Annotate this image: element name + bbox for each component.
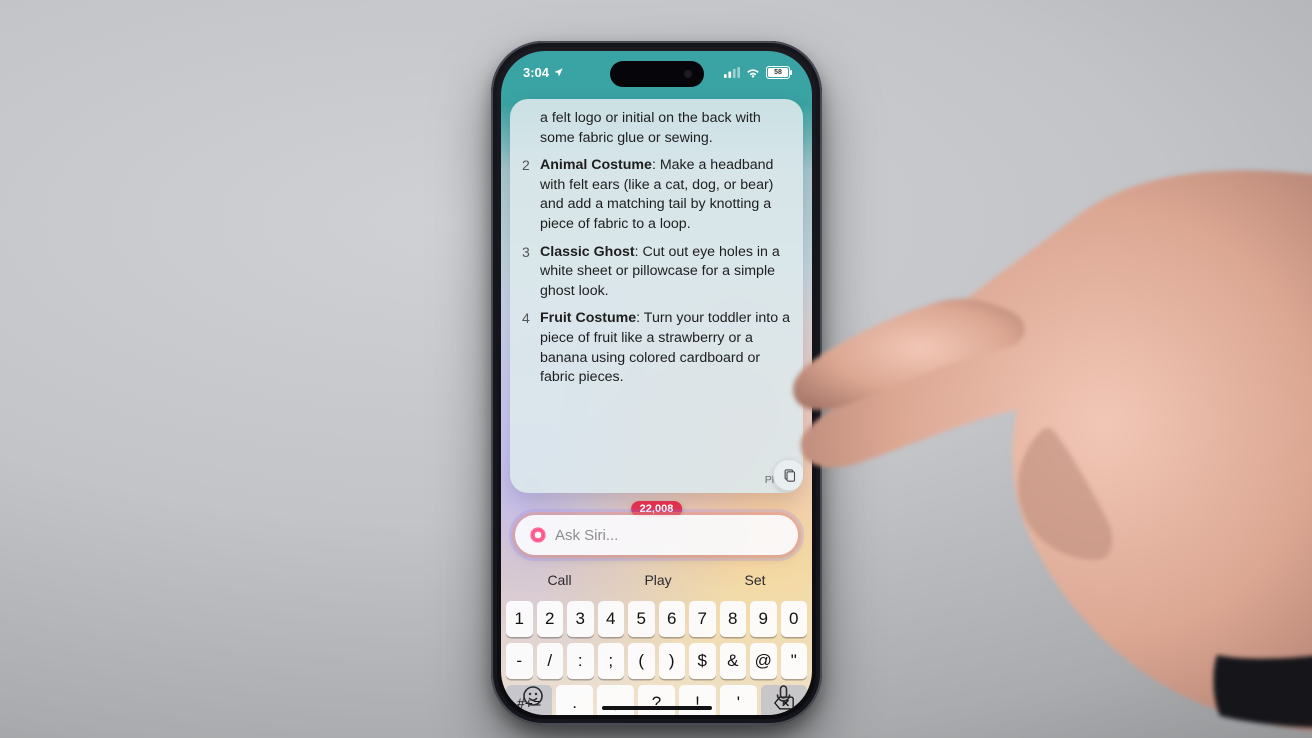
suggestion-play[interactable]: Play (624, 572, 691, 588)
key-7[interactable]: 7 (689, 601, 716, 637)
siri-icon (529, 526, 547, 544)
phone-chassis: 3:04 58 (491, 41, 822, 725)
list-item: 4 Fruit Costume: Turn your toddler into … (522, 309, 791, 387)
list-title: Fruit Costume (540, 310, 636, 326)
key-"[interactable]: " (781, 643, 808, 679)
keyboard-suggestion-bar: Call Play Set (511, 565, 802, 595)
suggestion-call[interactable]: Call (527, 572, 591, 588)
phone-screen: 3:04 58 (501, 51, 812, 715)
status-time: 3:04 (523, 65, 549, 80)
battery-icon: 58 (766, 66, 790, 79)
onscreen-keyboard: 1234567890 -/:;()$&@" #+= .,?!' ABC spac… (504, 599, 809, 683)
list-item-continuation: a felt logo or initial on the back with … (522, 109, 791, 148)
key-@[interactable]: @ (750, 643, 777, 679)
key-;[interactable]: ; (598, 643, 625, 679)
copy-icon (782, 468, 797, 483)
dictation-mic-icon[interactable] (775, 684, 792, 708)
wifi-icon (745, 67, 761, 78)
list-number: 2 (522, 156, 530, 175)
location-icon (553, 67, 564, 78)
key--[interactable]: - (506, 643, 533, 679)
list-item: 3 Classic Ghost: Cut out eye holes in a … (522, 243, 791, 302)
key-1[interactable]: 1 (506, 601, 533, 637)
siri-input-pill[interactable]: Ask Siri... (515, 515, 798, 555)
key-3[interactable]: 3 (567, 601, 594, 637)
key-4[interactable]: 4 (598, 601, 625, 637)
cellular-icon (724, 67, 740, 78)
key-5[interactable]: 5 (628, 601, 655, 637)
key-0[interactable]: 0 (781, 601, 808, 637)
copy-button[interactable] (773, 459, 803, 491)
list-number: 4 (522, 309, 530, 328)
suggestion-set[interactable]: Set (725, 572, 786, 588)
key-9[interactable]: 9 (750, 601, 777, 637)
list-item: 2 Animal Costume: Make a headband with f… (522, 156, 791, 234)
key-6[interactable]: 6 (659, 601, 686, 637)
battery-level: 58 (774, 69, 782, 76)
home-indicator[interactable] (602, 706, 712, 711)
list-title: Classic Ghost (540, 244, 635, 260)
photo-backdrop: 3:04 58 (0, 0, 1312, 738)
list-number: 3 (522, 243, 530, 262)
key-([interactable]: ( (628, 643, 655, 679)
key-8[interactable]: 8 (720, 601, 747, 637)
keyboard-bottom-bar (501, 681, 812, 715)
siri-response-card[interactable]: a felt logo or initial on the back with … (510, 99, 803, 493)
emoji-icon[interactable] (521, 684, 545, 708)
siri-input[interactable]: Ask Siri... (555, 527, 784, 544)
status-bar: 3:04 58 (501, 51, 812, 93)
key-)[interactable]: ) (659, 643, 686, 679)
key-$[interactable]: $ (689, 643, 716, 679)
key-&[interactable]: & (720, 643, 747, 679)
key-:[interactable]: : (567, 643, 594, 679)
key-2[interactable]: 2 (537, 601, 564, 637)
key-/[interactable]: / (537, 643, 564, 679)
list-title: Animal Costume (540, 157, 652, 173)
